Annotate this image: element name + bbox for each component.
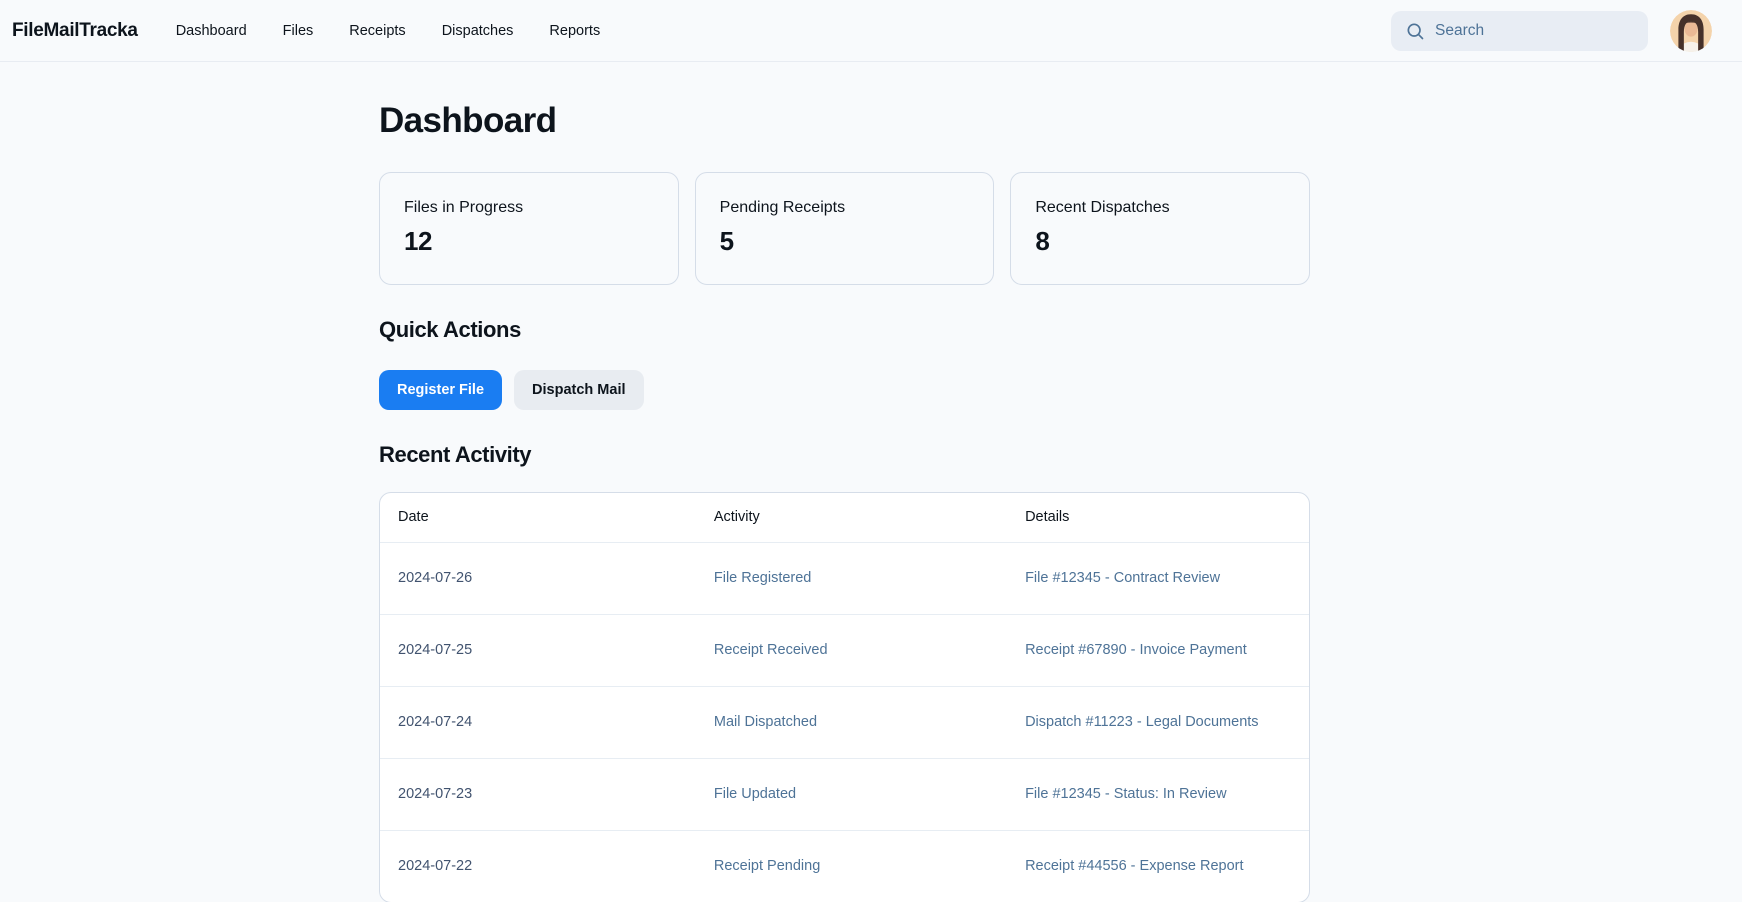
nav-item-dispatches[interactable]: Dispatches [442,23,514,39]
recent-activity-table: Date Activity Details 2024-07-26 File Re… [380,493,1309,902]
stat-value: 8 [1035,226,1050,256]
table-row: 2024-07-23 File Updated File #12345 - St… [380,757,1309,830]
page-title: Dashboard [379,101,557,140]
cell-date: 2024-07-23 [380,757,696,830]
stat-card-recent-dispatches: Recent Dispatches 8 [1010,172,1311,285]
table-row: 2024-07-24 Mail Dispatched Dispatch #112… [380,685,1309,758]
nav-item-files[interactable]: Files [283,23,314,39]
cell-activity: File Registered [695,541,1008,614]
user-avatar[interactable] [1670,9,1712,52]
main-content: Dashboard Files in Progress 12 Pending R… [379,100,1311,902]
cell-details: File #12345 - Status: In Review [1007,757,1309,830]
table-header-row: Date Activity Details [380,493,1309,542]
stat-card-pending-receipts: Pending Receipts 5 [694,172,995,285]
cell-details: File #12345 - Contract Review [1007,541,1309,614]
table-row: 2024-07-22 Receipt Pending Receipt #4455… [380,829,1309,902]
cell-activity: Receipt Received [695,613,1008,686]
nav-item-receipts[interactable]: Receipts [349,23,405,39]
app-logo[interactable]: FileMailTracka [12,20,138,42]
column-header-date: Date [398,509,429,526]
stat-card-files-in-progress: Files in Progress 12 [379,172,679,285]
cell-date: 2024-07-26 [380,541,696,614]
search-input[interactable] [1435,21,1635,40]
stat-value: 5 [719,226,734,256]
stat-label: Recent Dispatches [1035,199,1170,216]
stat-cards: Files in Progress 12 Pending Receipts 5 … [379,172,1311,285]
main-nav: Dashboard Files Receipts Dispatches Repo… [176,23,601,39]
column-header-activity: Activity [713,509,760,526]
cell-details: Receipt #44556 - Expense Report [1007,829,1309,902]
register-file-button[interactable]: Register File [379,369,503,410]
cell-activity: Receipt Pending [695,829,1008,902]
cell-date: 2024-07-25 [380,613,696,686]
table-row: 2024-07-26 File Registered File #12345 -… [380,541,1309,614]
recent-activity-table-container: Date Activity Details 2024-07-26 File Re… [379,492,1310,902]
cell-date: 2024-07-22 [380,829,696,902]
table-row: 2024-07-25 Receipt Received Receipt #678… [380,613,1309,686]
quick-actions-heading: Quick Actions [379,317,521,342]
dispatch-mail-button[interactable]: Dispatch Mail [514,369,644,410]
cell-date: 2024-07-24 [380,685,696,758]
cell-activity: File Updated [695,757,1008,830]
quick-actions-row: Register File Dispatch Mail [379,369,1310,410]
search-box[interactable] [1391,10,1648,51]
cell-details: Receipt #67890 - Invoice Payment [1007,613,1309,686]
stat-label: Files in Progress [404,199,524,216]
nav-item-dashboard[interactable]: Dashboard [176,23,247,39]
cell-activity: Mail Dispatched [695,685,1008,758]
column-header-details: Details [1025,509,1070,526]
stat-label: Pending Receipts [719,199,846,216]
recent-activity-heading: Recent Activity [379,441,532,467]
top-navigation-bar: FileMailTracka Dashboard Files Receipts … [0,0,1742,62]
nav-item-reports[interactable]: Reports [549,23,600,39]
search-icon [1405,21,1425,41]
stat-value: 12 [404,226,433,256]
cell-details: Dispatch #11223 - Legal Documents [1007,685,1309,758]
